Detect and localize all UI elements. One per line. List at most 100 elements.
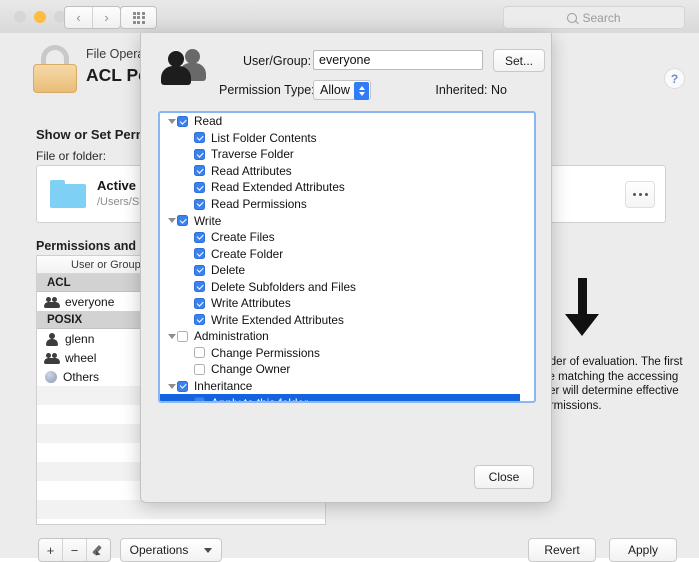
permission-tree-item[interactable]: Write Attributes xyxy=(160,295,520,312)
permission-label: List Folder Contents xyxy=(211,130,317,145)
permission-checkbox[interactable] xyxy=(194,281,205,293)
permission-tree-item[interactable]: Read Extended Attributes xyxy=(160,179,520,196)
group-icon xyxy=(44,296,60,308)
operations-popup-button[interactable]: Operations xyxy=(120,538,222,562)
permission-checkbox[interactable] xyxy=(194,397,205,401)
inherited-value: No xyxy=(491,83,507,97)
forward-chevron-icon[interactable]: › xyxy=(92,7,120,28)
permission-type-select[interactable]: Allow xyxy=(313,80,371,100)
permission-checkbox[interactable] xyxy=(194,132,205,144)
group-icon xyxy=(44,352,60,364)
permissions-outline-list[interactable]: Read List Folder Contents Traverse Folder R… xyxy=(158,111,536,403)
search-placeholder: Search xyxy=(582,10,621,25)
folder-icon xyxy=(50,180,86,208)
permission-label: Administration xyxy=(194,329,269,344)
window-titlebar: ‹ › Search xyxy=(0,0,699,34)
grid-icon xyxy=(132,11,145,24)
people-icon xyxy=(160,47,208,87)
permission-tree-item[interactable]: Create Folder xyxy=(160,245,520,262)
permission-type-value: Allow xyxy=(320,83,350,97)
vertical-scrollbar[interactable] xyxy=(524,116,531,398)
app-root: ‹ › Search File Operat ACL Per ? Show or… xyxy=(0,0,699,562)
close-button[interactable]: Close xyxy=(474,465,534,489)
user-icon xyxy=(45,332,59,346)
operations-label: Operations xyxy=(129,543,189,557)
permission-label: Traverse Folder xyxy=(211,147,294,162)
permission-checkbox[interactable] xyxy=(177,215,188,227)
permission-label: Delete xyxy=(211,263,246,278)
table-row-empty[interactable] xyxy=(37,519,325,524)
choose-folder-button[interactable] xyxy=(625,181,655,208)
permission-label: Change Permissions xyxy=(211,345,320,360)
permission-tree-item[interactable]: Delete xyxy=(160,262,520,279)
permission-tree-item[interactable]: Read xyxy=(160,113,520,130)
close-window-button[interactable] xyxy=(14,11,26,23)
permission-checkbox[interactable] xyxy=(177,380,188,392)
permission-checkbox[interactable] xyxy=(194,248,205,260)
permission-label: Read Permissions xyxy=(211,197,307,211)
permission-checkbox[interactable] xyxy=(177,115,188,127)
permission-tree-item[interactable]: Read Attributes xyxy=(160,163,520,180)
apply-button[interactable]: Apply xyxy=(609,538,677,562)
permission-label: Write Extended Attributes xyxy=(211,312,344,327)
permission-checkbox[interactable] xyxy=(194,297,205,309)
permission-tree-item[interactable]: Traverse Folder xyxy=(160,146,520,163)
permission-tree-item[interactable]: List Folder Contents xyxy=(160,130,520,147)
permission-checkbox[interactable] xyxy=(177,330,188,342)
permission-checkbox[interactable] xyxy=(194,231,205,243)
permission-tree-item[interactable]: Administration xyxy=(160,328,520,345)
grid-view-button[interactable] xyxy=(120,6,157,29)
navigation-segmented-control[interactable]: ‹ › xyxy=(64,6,121,29)
minimize-window-button[interactable] xyxy=(34,11,46,23)
search-icon xyxy=(567,12,578,23)
permission-tree-item[interactable]: Create Files xyxy=(160,229,520,246)
user-group-name: wheel xyxy=(65,350,97,365)
user-group-name: everyone xyxy=(65,294,115,309)
inherited-status: Inherited: No xyxy=(435,83,507,97)
globe-icon xyxy=(45,370,57,383)
disclosure-triangle-icon[interactable] xyxy=(166,333,177,339)
permission-checkbox[interactable] xyxy=(194,314,205,326)
permission-tree-item[interactable]: Apply to this folder xyxy=(160,394,520,401)
lock-icon xyxy=(32,45,78,93)
permission-label: Apply to this folder xyxy=(211,396,308,401)
permission-tree-item[interactable]: Inheritance xyxy=(160,378,520,395)
permission-label: Create Files xyxy=(211,230,275,245)
permission-tree-item[interactable]: Change Owner xyxy=(160,361,520,378)
user-group-input[interactable] xyxy=(313,50,483,70)
disclosure-triangle-icon[interactable] xyxy=(166,383,177,389)
set-button[interactable]: Set... xyxy=(493,49,545,72)
user-group-name: Others xyxy=(63,369,100,384)
revert-button[interactable]: Revert xyxy=(528,538,596,562)
permission-label: Change Owner xyxy=(211,362,291,377)
down-arrow-icon xyxy=(560,278,606,338)
permission-tree-item[interactable]: Delete Subfolders and Files xyxy=(160,278,520,295)
permissions-tree: Read List Folder Contents Traverse Folder R… xyxy=(160,113,520,401)
help-button[interactable]: ? xyxy=(664,68,685,89)
user-group-name: glenn xyxy=(65,331,95,346)
permission-tree-item[interactable]: Write Extended Attributes xyxy=(160,312,520,329)
permission-checkbox[interactable] xyxy=(194,165,205,177)
back-chevron-icon[interactable]: ‹ xyxy=(65,7,92,28)
permission-checkbox[interactable] xyxy=(194,264,205,276)
disclosure-triangle-icon[interactable] xyxy=(166,118,177,124)
disclosure-triangle-icon[interactable] xyxy=(166,218,177,224)
permission-type-label: Permission Type: xyxy=(219,83,315,97)
permission-checkbox[interactable] xyxy=(194,148,205,160)
permission-tree-item[interactable]: Read Permissions xyxy=(160,196,520,213)
permissions-owner-label: Permissions and ow xyxy=(36,239,157,253)
app-subtitle: File Operat xyxy=(86,47,148,61)
permission-label: Inheritance xyxy=(194,379,253,394)
evaluation-note: Order of evaluation. The first line matc… xyxy=(537,356,683,412)
permission-tree-item[interactable]: Write xyxy=(160,212,520,229)
permission-checkbox[interactable] xyxy=(194,347,205,359)
permission-checkbox[interactable] xyxy=(194,181,205,193)
permission-checkbox[interactable] xyxy=(194,363,205,375)
stepper-arrows-icon[interactable] xyxy=(354,82,369,100)
permission-label: Read xyxy=(194,114,223,129)
search-field[interactable]: Search xyxy=(503,6,685,29)
permission-checkbox[interactable] xyxy=(194,198,205,210)
permission-label: Read Extended Attributes xyxy=(211,180,345,195)
permission-tree-item[interactable]: Change Permissions xyxy=(160,345,520,362)
user-group-label: User/Group: xyxy=(243,54,312,68)
